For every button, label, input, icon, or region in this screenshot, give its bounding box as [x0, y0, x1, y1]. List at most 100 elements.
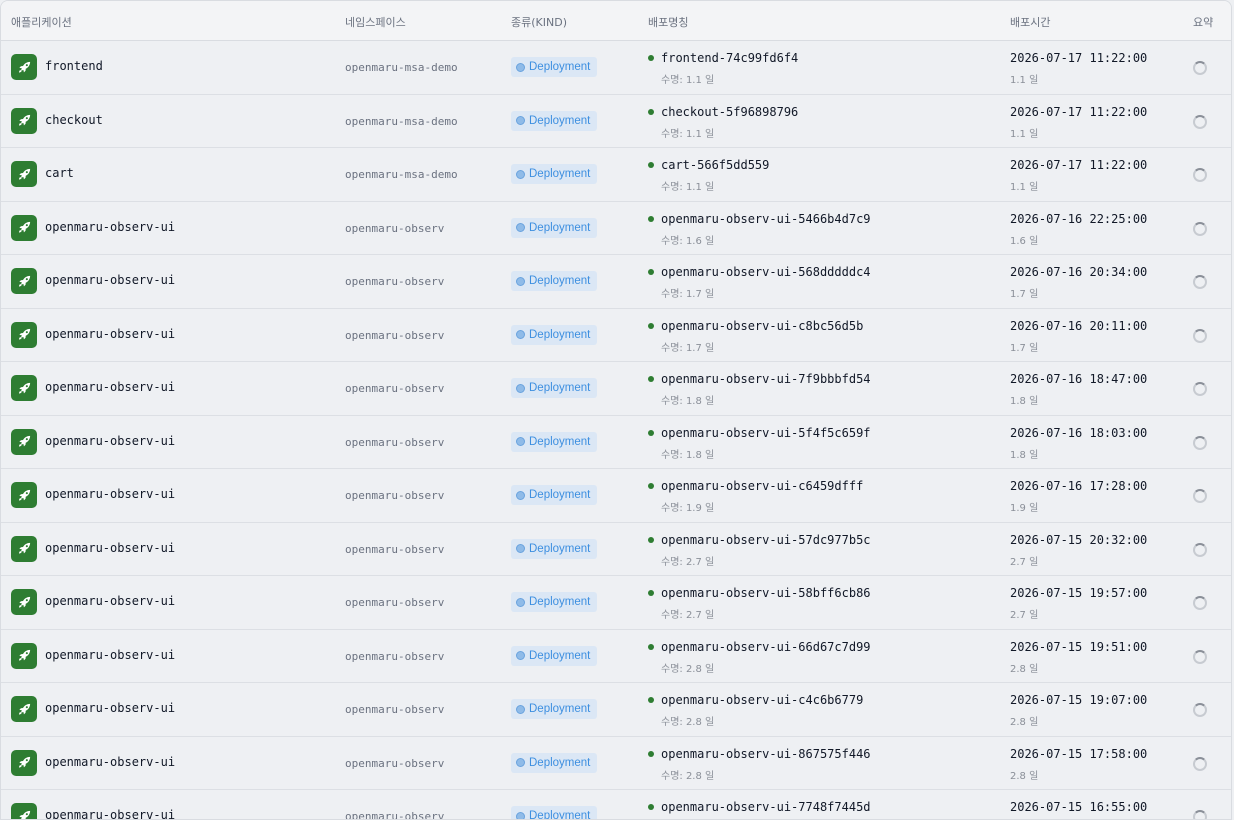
namespace-text: openmaru-observ — [345, 435, 445, 449]
deploy-name-link[interactable]: openmaru-observ-ui-7f9bbbfd54 — [661, 372, 871, 386]
table-row[interactable]: openmaru-observ-ui openmaru-observ Deplo… — [1, 202, 1231, 255]
app-name-link[interactable]: openmaru-observ-ui — [45, 808, 175, 819]
rocket-icon — [11, 589, 37, 615]
table-row[interactable]: openmaru-observ-ui openmaru-observ Deplo… — [1, 255, 1231, 309]
deploy-name-link[interactable]: openmaru-observ-ui-5466b4d7c9 — [661, 212, 871, 226]
kind-label: Deployment — [529, 114, 591, 127]
deploy-lifetime: 수명: 1.8 일 — [661, 449, 715, 461]
table-row[interactable]: openmaru-observ-ui openmaru-observ Deplo… — [1, 737, 1231, 790]
loading-spinner-icon[interactable] — [1193, 703, 1207, 717]
app-name-link[interactable]: checkout — [45, 113, 103, 127]
loading-spinner-icon[interactable] — [1193, 810, 1207, 819]
deploy-age: 1.8 일 — [1010, 396, 1039, 407]
deploy-name-link[interactable]: openmaru-observ-ui-57dc977b5c — [661, 533, 871, 547]
deploy-lifetime: 수명: 1.1 일 — [661, 128, 715, 140]
deploy-time: 2026-07-15 19:51:00 — [1010, 639, 1148, 654]
header-deploy-time[interactable]: 배포시간 — [1010, 14, 1050, 30]
deploy-age: 2.8 일 — [1010, 663, 1039, 675]
table-row[interactable]: openmaru-observ-ui openmaru-observ Deplo… — [1, 523, 1231, 576]
table-row[interactable]: openmaru-observ-ui openmaru-observ Deplo… — [1, 309, 1231, 362]
table-row[interactable]: cart openmaru-msa-demo Deployment cart-5… — [1, 148, 1231, 202]
deployment-icon — [516, 490, 525, 500]
status-dot — [648, 215, 654, 222]
deployment-icon — [516, 651, 525, 660]
loading-spinner-icon[interactable] — [1193, 61, 1207, 75]
kind-label: Deployment — [529, 810, 591, 820]
header-app[interactable]: 애플리케이션 — [11, 14, 72, 30]
app-name-link[interactable]: openmaru-observ-ui — [45, 327, 175, 341]
deployment-icon — [516, 544, 525, 553]
deploy-name-link[interactable]: openmaru-observ-ui-7748f7445d — [661, 800, 871, 814]
kind-badge: Deployment — [511, 217, 598, 238]
loading-spinner-icon[interactable] — [1193, 489, 1207, 503]
table-row[interactable]: openmaru-observ-ui openmaru-observ Deplo… — [1, 362, 1231, 416]
deploy-name-link[interactable]: checkout-5f96898796 — [661, 105, 798, 119]
loading-spinner-icon[interactable] — [1193, 756, 1207, 771]
table-row[interactable]: frontend openmaru-msa-demo Deployment fr… — [1, 41, 1231, 95]
app-name-link[interactable]: openmaru-observ-ui — [45, 541, 175, 555]
loading-spinner-icon[interactable] — [1193, 382, 1207, 396]
deploy-name-link[interactable]: openmaru-observ-ui-c4c6b6779 — [661, 693, 863, 707]
app-name-link[interactable]: frontend — [45, 59, 103, 73]
header-deploy-name[interactable]: 배포명칭 — [648, 14, 688, 30]
deploy-name-link[interactable]: openmaru-observ-ui-c8bc56d5b — [661, 319, 863, 333]
status-dot — [648, 536, 654, 543]
deploy-name-link[interactable]: openmaru-observ-ui-5f4f5c659f — [661, 426, 871, 440]
table-row[interactable]: checkout openmaru-msa-demo Deployment ch… — [1, 95, 1231, 148]
kind-label: Deployment — [529, 382, 591, 394]
deploy-lifetime: 수명: 1.7 일 — [661, 289, 715, 300]
table-row[interactable]: openmaru-observ-ui openmaru-observ Deplo… — [1, 790, 1231, 820]
loading-spinner-icon[interactable] — [1193, 542, 1207, 557]
deploy-age: 2.7 일 — [1010, 610, 1039, 621]
kind-label: Deployment — [529, 596, 591, 608]
deploy-age: 1.6 일 — [1010, 235, 1039, 247]
deploy-lifetime: 수명: 2.8 일 — [661, 663, 715, 675]
app-name-link[interactable]: openmaru-observ-ui — [45, 594, 175, 608]
loading-spinner-icon[interactable] — [1193, 221, 1207, 236]
deployment-icon — [516, 758, 525, 767]
table-row[interactable]: openmaru-observ-ui openmaru-observ Deplo… — [1, 630, 1231, 683]
app-name-link[interactable]: openmaru-observ-ui — [45, 380, 175, 394]
deploy-name-link[interactable]: openmaru-observ-ui-568dddddc4 — [661, 265, 871, 279]
loading-spinner-icon[interactable] — [1193, 328, 1207, 343]
loading-spinner-icon[interactable] — [1193, 435, 1207, 450]
header-summary[interactable]: 요약 — [1193, 14, 1213, 30]
kind-label: Deployment — [529, 703, 591, 715]
table-row[interactable]: openmaru-observ-ui openmaru-observ Deplo… — [1, 576, 1231, 630]
table-row[interactable]: openmaru-observ-ui openmaru-observ Deplo… — [1, 416, 1231, 469]
deploy-name-link[interactable]: openmaru-observ-ui-867575f446 — [661, 747, 871, 761]
kind-badge: Deployment — [511, 538, 598, 559]
loading-spinner-icon[interactable] — [1193, 649, 1207, 664]
loading-spinner-icon[interactable] — [1193, 114, 1207, 129]
deploy-name-link[interactable]: cart-566f5dd559 — [661, 158, 769, 172]
kind-label: Deployment — [529, 542, 591, 555]
header-namespace[interactable]: 네임스페이스 — [345, 14, 406, 30]
app-name-link[interactable]: openmaru-observ-ui — [45, 487, 175, 501]
rocket-icon — [11, 375, 37, 401]
loading-spinner-icon[interactable] — [1193, 275, 1207, 289]
deploy-time: 2026-07-15 19:07:00 — [1010, 693, 1148, 707]
table-row[interactable]: openmaru-observ-ui openmaru-observ Deplo… — [1, 469, 1231, 523]
header-kind[interactable]: 종류(KIND) — [511, 14, 567, 30]
status-dot — [648, 750, 654, 757]
app-name-link[interactable]: openmaru-observ-ui — [45, 434, 175, 448]
app-name-link[interactable]: openmaru-observ-ui — [45, 273, 175, 287]
kind-label: Deployment — [529, 168, 591, 180]
loading-spinner-icon[interactable] — [1193, 168, 1207, 182]
deploy-name-link[interactable]: frontend-74c99fd6f4 — [661, 51, 798, 65]
deploy-name-link[interactable]: openmaru-observ-ui-c6459dfff — [661, 479, 863, 493]
loading-spinner-icon[interactable] — [1193, 596, 1207, 610]
app-name-link[interactable]: openmaru-observ-ui — [45, 755, 175, 769]
app-name-link[interactable]: openmaru-observ-ui — [45, 701, 175, 715]
rocket-icon — [11, 749, 37, 776]
deploy-name-link[interactable]: openmaru-observ-ui-66d67c7d99 — [661, 640, 871, 654]
app-name-link[interactable]: cart — [45, 166, 74, 180]
deploy-name-link[interactable]: openmaru-observ-ui-58bff6cb86 — [661, 586, 871, 600]
app-name-link[interactable]: openmaru-observ-ui — [45, 220, 175, 234]
namespace-text: openmaru-msa-demo — [345, 114, 458, 128]
deploy-age: 2.8 일 — [1010, 717, 1039, 728]
deployment-icon — [516, 597, 525, 607]
table-row[interactable]: openmaru-observ-ui openmaru-observ Deplo… — [1, 683, 1231, 737]
app-name-link[interactable]: openmaru-observ-ui — [45, 648, 175, 662]
kind-badge: Deployment — [511, 164, 598, 184]
